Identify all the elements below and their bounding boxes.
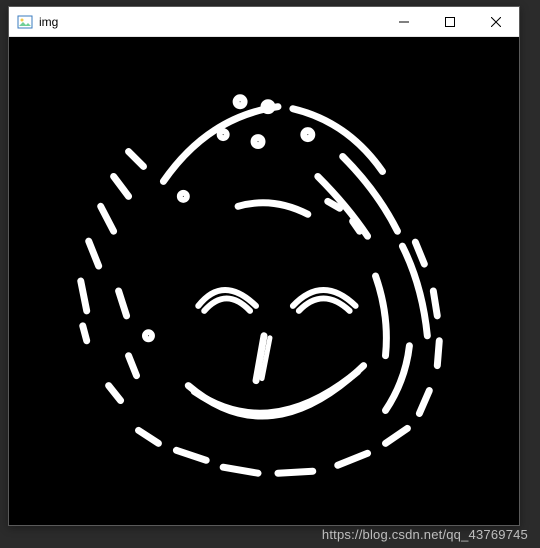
image-icon bbox=[17, 14, 33, 30]
window-controls bbox=[381, 7, 519, 36]
close-button[interactable] bbox=[473, 7, 519, 36]
minimize-button[interactable] bbox=[381, 7, 427, 36]
edge-image bbox=[9, 37, 519, 525]
watermark-text: https://blog.csdn.net/qq_43769745 bbox=[322, 527, 528, 542]
maximize-button[interactable] bbox=[427, 7, 473, 36]
image-canvas bbox=[9, 37, 519, 525]
application-window: img bbox=[8, 6, 520, 526]
window-title: img bbox=[39, 15, 381, 29]
titlebar[interactable]: img bbox=[9, 7, 519, 37]
